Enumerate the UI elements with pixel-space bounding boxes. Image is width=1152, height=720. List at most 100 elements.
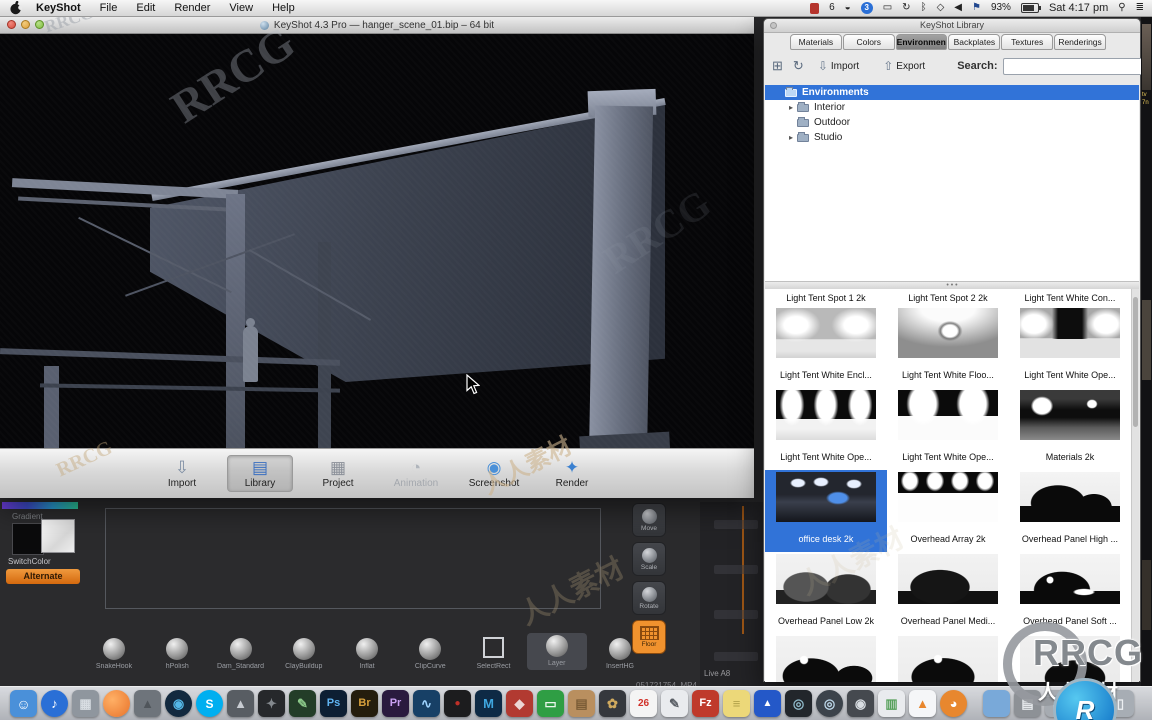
dock-icon[interactable]: Fz [692,690,719,717]
status-icon[interactable]: 93% [991,1,1011,15]
brush-button[interactable]: ClayBuildup [274,638,334,670]
status-icon[interactable]: 3 [860,2,873,14]
dock-icon[interactable]: ▦ [1076,690,1103,717]
dock-icon[interactable]: ∿ [413,690,440,717]
toolbar-button[interactable]: ⇩ Import [149,455,215,492]
dock-icon[interactable]: ◆ [506,690,533,717]
status-icon[interactable]: ᛒ [921,1,927,15]
menu-item[interactable]: Edit [136,2,155,14]
status-icon[interactable]: ◀ [954,1,962,15]
dock-icon[interactable]: ▤ [1014,690,1041,717]
environment-item[interactable]: office desk 2k [765,470,887,552]
brush-button[interactable]: hPolish [147,638,207,670]
toolbar-button[interactable]: ✦ Render [539,455,605,492]
status-icon[interactable]: 6 [829,1,835,15]
menu-item[interactable]: File [100,2,118,14]
menu-item[interactable]: Render [174,2,210,14]
dock-icon[interactable] [103,690,130,717]
status-icon[interactable] [1020,3,1041,13]
dock-icon[interactable]: ✎ [289,690,316,717]
dock-icon[interactable]: ◎ [816,690,843,717]
dock-icon[interactable]: ▥ [1045,690,1072,717]
zbrush-tool-button[interactable]: Move [632,503,666,537]
viewport-3d[interactable] [0,34,754,448]
export-button[interactable]: ⇧ Export [883,59,925,73]
environment-item[interactable]: Overhead Panel Soft ... [1009,552,1131,634]
dock-icon[interactable]: ▲ [909,690,936,717]
brush-button[interactable]: Dam_Standard [211,638,271,670]
library-tab[interactable]: Textures [1001,34,1054,50]
environment-item[interactable]: Overhead Panel High ... [1009,470,1131,552]
scrollbar-thumb[interactable] [1133,297,1138,427]
library-tab[interactable]: Colors [842,34,895,50]
tree-item[interactable]: ▸ Studio [765,130,1139,145]
status-icon[interactable]: ≣ [1136,1,1144,15]
tree-item[interactable]: Outdoor [765,115,1139,130]
zbrush-tool-button[interactable]: Floor [632,620,666,654]
dock-icon[interactable]: ✿ [599,690,626,717]
library-tab[interactable]: Backplates [948,34,1001,50]
apple-menu-icon[interactable] [10,1,22,15]
import-button[interactable]: ⇩ Import [818,59,859,73]
brush-button[interactable]: SnakeHook [84,638,144,670]
dock-icon[interactable] [983,690,1010,717]
status-icon[interactable]: ⚲ [1118,1,1125,15]
dock-icon[interactable]: ◕ [940,690,967,717]
dock-icon[interactable]: Br [351,690,378,717]
grid-scrollbar[interactable] [1131,289,1139,682]
dock-icon[interactable]: 26 [630,690,657,717]
environment-item[interactable]: Overhead Panel Medi... [887,552,1009,634]
environment-item[interactable]: Light Tent Spot 2 2k [887,291,1009,306]
dock-icon[interactable]: ▤ [568,690,595,717]
dock-icon[interactable]: Pr [382,690,409,717]
zbrush-tool-button[interactable]: Rotate [632,581,666,615]
environment-item[interactable]: Light Tent White Ope... [765,388,887,470]
dock-icon[interactable]: ◉ [165,690,192,717]
status-icon[interactable]: ▭ [883,1,892,15]
status-icon[interactable]: Sat 4:17 pm [1049,1,1108,15]
environment-item[interactable]: Overhead Array 2k [887,470,1009,552]
environment-item[interactable]: Materials 2k [1009,388,1131,470]
menu-item[interactable]: Help [272,2,295,14]
library-close-button[interactable] [770,22,777,29]
zbrush-tool-button[interactable]: Scale [632,542,666,576]
library-titlebar[interactable]: KeyShot Library [764,19,1140,33]
dock-icon[interactable]: ▥ [878,690,905,717]
dock-icon[interactable]: S [196,690,223,717]
environment-item[interactable]: Light Tent White Floo... [887,306,1009,388]
environment-item[interactable]: Light Tent Spot 1 2k [765,291,887,306]
gradient-strip[interactable] [2,502,78,509]
library-tab[interactable]: Renderings [1054,34,1106,50]
dock-icon[interactable]: ▭ [537,690,564,717]
dock-icon[interactable]: ● [444,690,471,717]
menu-item[interactable]: View [229,2,253,14]
view-toggle-icon[interactable]: ⊞ [772,58,783,74]
toolbar-button[interactable]: ▦ Project [305,455,371,492]
status-icon[interactable]: ↻ [902,1,910,15]
environment-item[interactable] [765,634,887,682]
keyshot-titlebar[interactable]: KeyShot 4.3 Pro — hanger_scene_01.bip – … [0,17,754,34]
dock-icon[interactable]: ✎ [661,690,688,717]
dock-icon[interactable]: ▲ [227,690,254,717]
dock-icon[interactable]: ▲ [134,690,161,717]
minimize-button[interactable] [21,20,30,29]
search-input[interactable] [1002,57,1143,75]
dock-icon[interactable]: M [475,690,502,717]
brush-button[interactable]: ClipCurve [400,638,460,670]
brush-button[interactable]: SelectRect [464,635,524,670]
color-swatch-black[interactable] [12,523,44,555]
disclosure-icon[interactable]: ▸ [785,133,797,142]
alternate-button[interactable]: Alternate [6,569,80,584]
library-tab[interactable]: Environments [895,34,948,50]
dock-icon[interactable]: Ps [320,690,347,717]
environment-item[interactable] [887,634,1009,682]
status-icon[interactable] [810,2,820,14]
color-swatch-white[interactable] [41,519,75,553]
status-icon[interactable]: ◇ [937,1,945,15]
environment-item[interactable]: Light Tent White Ope... [1009,306,1131,388]
disclosure-icon[interactable]: ▸ [785,103,797,112]
tree-item[interactable]: Environments [765,85,1139,100]
library-tab[interactable]: Materials [790,34,842,50]
brush-button[interactable]: Inflat [337,638,397,670]
dock-icon[interactable]: ☺ [10,690,37,717]
